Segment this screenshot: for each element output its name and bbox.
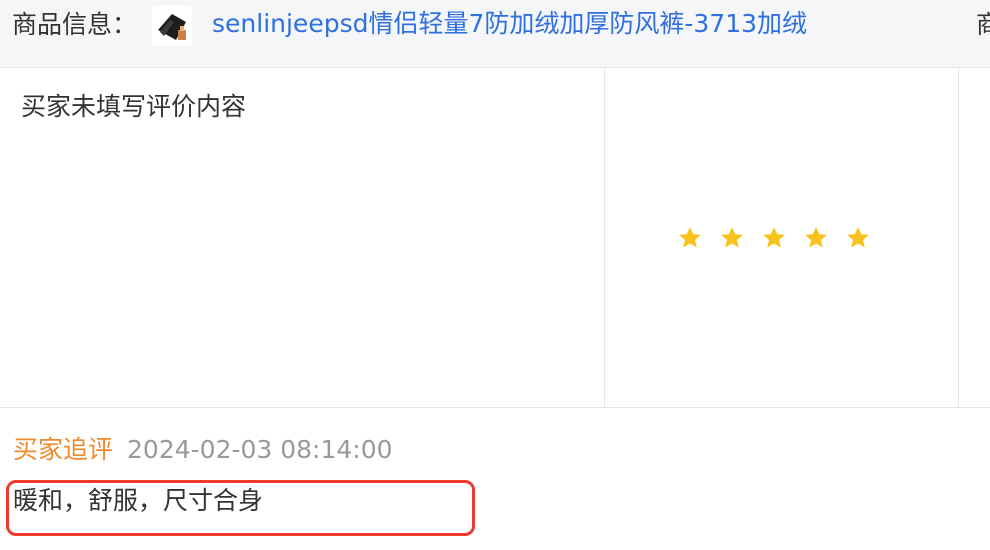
product-title-link[interactable]: senlinjeepsd情侣轻量7防加绒加厚防风裤-3713加绒 — [212, 9, 807, 39]
review-content-cell: 买家未填写评价内容 — [0, 68, 605, 407]
star-icon — [761, 224, 803, 252]
pants-thumbnail-icon — [152, 6, 192, 46]
star-icon — [677, 224, 719, 252]
review-row: 买家未填写评价内容 — [0, 68, 990, 408]
star-icon — [803, 224, 845, 252]
product-info-label: 商品信息： — [12, 10, 138, 39]
followup-tag: 买家追评 — [13, 435, 114, 464]
review-detail-page: 商品信息： senlinjeepsd情侣轻量7防加绒加厚防风裤-3713加绒 商… — [0, 0, 990, 550]
followup-time: 2024-02-03 08:14:00 — [127, 435, 393, 464]
header-right-label: 商 — [976, 10, 990, 39]
rating-cell — [605, 68, 959, 407]
star-icon — [719, 224, 761, 252]
product-info-header: 商品信息： senlinjeepsd情侣轻量7防加绒加厚防风裤-3713加绒 商 — [0, 0, 990, 68]
review-content-text: 买家未填写评价内容 — [21, 92, 247, 121]
product-thumbnail[interactable] — [152, 6, 192, 46]
star-icon — [845, 224, 887, 252]
star-rating — [677, 224, 887, 252]
followup-header: 买家追评 2024-02-03 08:14:00 — [13, 433, 393, 467]
followup-text: 暖和，舒服，尺寸合身 — [13, 486, 264, 515]
